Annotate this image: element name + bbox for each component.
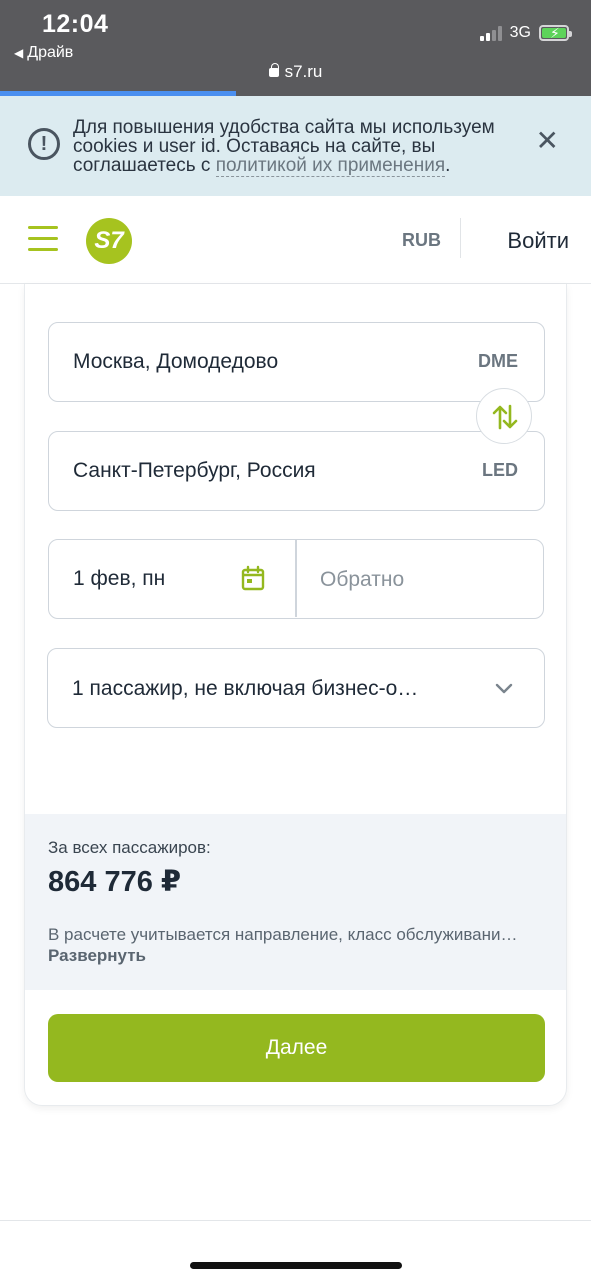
currency-selector[interactable]: RUB — [402, 230, 441, 251]
price-summary: За всех пассажиров: 864 776 ₽ В расчете … — [25, 814, 566, 990]
cookie-text: Для повышения удобства сайта мы использу… — [73, 118, 543, 177]
passengers-field[interactable]: 1 пассажир, не включая бизнес-о… — [47, 648, 545, 728]
cookie-suffix: . — [445, 155, 451, 176]
booking-card: Москва, Домодедово DME Санкт-Петербург, … — [24, 284, 567, 1106]
back-app-label: Драйв — [27, 44, 74, 61]
browser-chrome: 12:04 ◀ Драйв 3G ⚡ s7.ru — [0, 0, 591, 96]
price-note: В расчете учитывается направление, класс… — [48, 925, 518, 944]
url-text: s7.ru — [284, 62, 323, 81]
lock-icon — [268, 63, 279, 77]
signal-icon — [479, 25, 502, 41]
to-city: Санкт-Петербург, Россия — [73, 459, 316, 482]
close-icon[interactable]: ✕ — [536, 127, 559, 155]
passengers-value: 1 пассажир, не включая бизнес-о… — [72, 677, 419, 700]
menu-icon[interactable] — [28, 226, 58, 252]
cookie-policy-link[interactable]: политикой их применения — [215, 155, 446, 177]
swap-icon — [492, 404, 518, 430]
s7-logo[interactable]: S7 — [86, 218, 132, 264]
back-arrow-icon: ◀ — [14, 46, 24, 60]
back-to-app-link[interactable]: ◀ Драйв — [14, 44, 73, 62]
dates-divider — [295, 540, 297, 617]
expand-link[interactable]: Развернуть — [48, 946, 146, 966]
next-button[interactable]: Далее — [48, 1014, 545, 1082]
site-header: S7 RUB Войти — [0, 196, 591, 284]
to-field[interactable]: Санкт-Петербург, Россия LED — [48, 431, 545, 511]
chevron-down-icon — [495, 683, 513, 694]
login-button[interactable]: Войти — [507, 228, 569, 254]
from-field[interactable]: Москва, Домодедово DME — [48, 322, 545, 402]
bottom-divider — [0, 1220, 591, 1221]
from-city: Москва, Домодедово — [73, 350, 279, 373]
return-date[interactable]: Обратно — [320, 568, 404, 592]
status-time: 12:04 — [42, 10, 109, 38]
status-indicators: 3G ⚡ — [479, 24, 572, 42]
swap-button[interactable] — [476, 388, 532, 444]
home-indicator — [190, 1262, 402, 1269]
info-icon: ! — [28, 128, 60, 160]
cookie-banner: ! Для повышения удобства сайта мы исполь… — [0, 96, 591, 196]
to-code: LED — [482, 460, 518, 480]
address-bar[interactable]: s7.ru — [0, 62, 591, 82]
battery-icon: ⚡ — [539, 25, 572, 41]
depart-date[interactable]: 1 фев, пн — [73, 567, 165, 591]
calendar-icon[interactable] — [241, 565, 265, 591]
total-price: 864 776 ₽ — [48, 866, 182, 898]
total-label: За всех пассажиров: — [48, 838, 211, 857]
network-type: 3G — [509, 24, 531, 41]
from-code: DME — [478, 351, 518, 371]
header-divider — [460, 218, 461, 258]
dates-field: 1 фев, пн Обратно — [48, 539, 544, 619]
